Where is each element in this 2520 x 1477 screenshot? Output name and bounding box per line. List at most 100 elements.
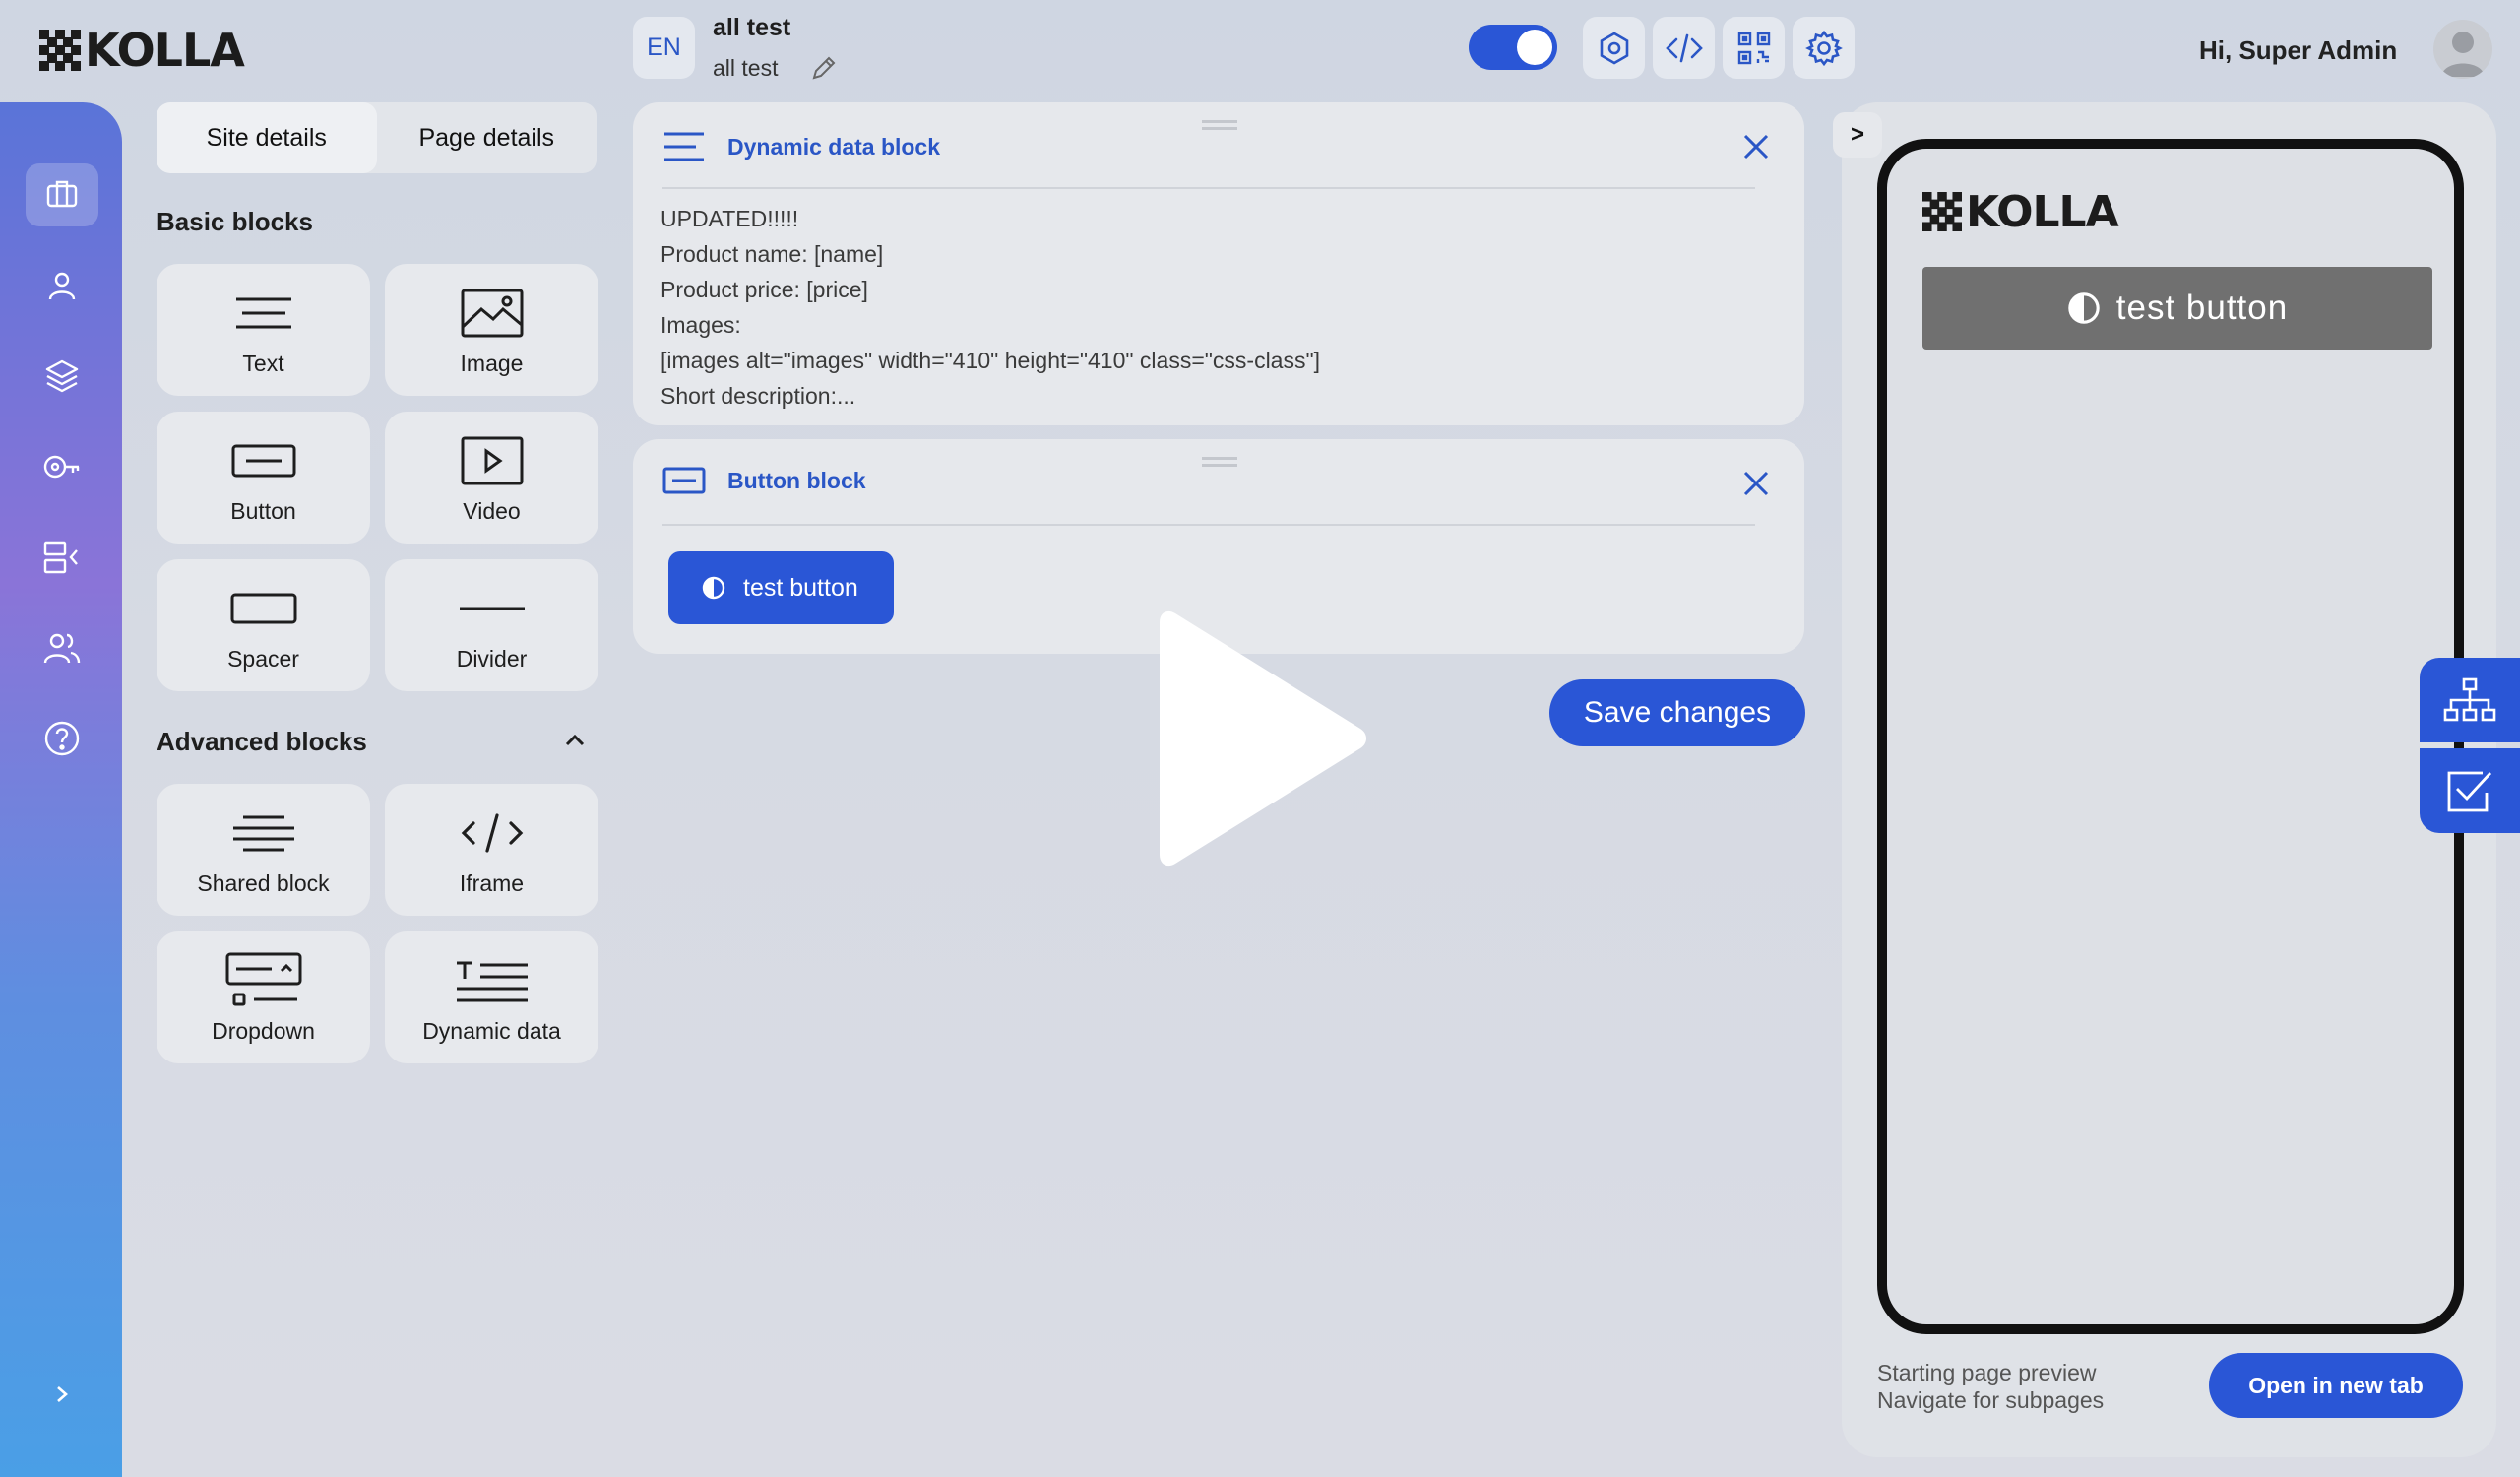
block-video-label: Video bbox=[463, 497, 521, 524]
open-in-new-tab-button[interactable]: Open in new tab bbox=[2209, 1353, 2463, 1418]
tab-site-details[interactable]: Site details bbox=[157, 102, 377, 173]
help-icon bbox=[44, 721, 80, 756]
users-icon bbox=[43, 633, 81, 664]
dropdown-icon bbox=[225, 952, 301, 1005]
dynamic-data-card-title: Dynamic data block bbox=[727, 133, 941, 160]
block-divider-label: Divider bbox=[456, 645, 528, 672]
block-shared[interactable]: Shared block bbox=[157, 784, 370, 916]
layers-icon bbox=[45, 359, 79, 393]
close-icon[interactable] bbox=[1741, 132, 1771, 161]
dynamic-text-icon bbox=[456, 961, 528, 1001]
block-dropdown[interactable]: Dropdown bbox=[157, 931, 370, 1063]
code-button[interactable] bbox=[1653, 17, 1715, 79]
nav-keys[interactable] bbox=[26, 435, 98, 498]
dynamic-line: [images alt="images" width="410" height=… bbox=[661, 348, 1321, 373]
button-block-preview[interactable]: test button bbox=[668, 551, 894, 624]
sidebar-expand-button[interactable] bbox=[26, 1363, 98, 1426]
user-silhouette-icon bbox=[2441, 32, 2485, 77]
text-lines-icon bbox=[235, 297, 291, 328]
nav-layers[interactable] bbox=[26, 345, 98, 408]
button-block-preview-label: test button bbox=[743, 573, 858, 602]
dynamic-line: UPDATED!!!!! bbox=[661, 206, 799, 231]
nav-help[interactable] bbox=[26, 707, 98, 770]
block-button-label: Button bbox=[230, 497, 296, 524]
block-dropdown-label: Dropdown bbox=[212, 1017, 315, 1044]
video-icon bbox=[461, 436, 523, 484]
spacer-icon bbox=[230, 593, 296, 623]
side-navigation bbox=[0, 102, 122, 1477]
code-icon bbox=[1665, 33, 1703, 62]
hexagon-settings-icon bbox=[1600, 31, 1628, 65]
avatar[interactable] bbox=[2433, 20, 2492, 79]
block-iframe[interactable]: Iframe bbox=[385, 784, 598, 916]
nav-users[interactable] bbox=[26, 616, 98, 679]
checklist-button[interactable] bbox=[2420, 748, 2520, 833]
text-lines-icon bbox=[664, 132, 704, 161]
block-spacer[interactable]: Spacer bbox=[157, 559, 370, 691]
drag-handle-icon[interactable] bbox=[1202, 120, 1237, 130]
dynamic-data-content: UPDATED!!!!! Product name: [name] Produc… bbox=[661, 201, 1320, 414]
preview-test-button-label: test button bbox=[2115, 289, 2289, 327]
close-icon[interactable] bbox=[1741, 469, 1771, 498]
kolla-logo[interactable]: KOLLA bbox=[39, 24, 245, 77]
contrast-icon bbox=[2068, 292, 2100, 324]
block-video[interactable]: Video bbox=[385, 412, 598, 544]
details-tabs: Site details Page details bbox=[157, 102, 597, 173]
tab-page-details[interactable]: Page details bbox=[377, 102, 598, 173]
preview-note-line: Starting page preview bbox=[1877, 1360, 2097, 1385]
dynamic-line: Product price: [price] bbox=[661, 277, 868, 302]
drag-handle-icon[interactable] bbox=[1202, 457, 1237, 467]
block-spacer-label: Spacer bbox=[227, 645, 299, 672]
card-divider bbox=[662, 524, 1755, 526]
advanced-blocks-heading: Advanced blocks bbox=[157, 727, 367, 756]
shared-block-icon bbox=[232, 815, 294, 851]
settings-button[interactable] bbox=[1793, 17, 1855, 79]
nav-content[interactable] bbox=[26, 526, 98, 589]
kolla-logo-text: KOLLA bbox=[85, 24, 245, 77]
block-button[interactable]: Button bbox=[157, 412, 370, 544]
preview-settings-button[interactable] bbox=[1583, 17, 1645, 79]
sitemap-icon bbox=[2443, 677, 2496, 722]
language-button[interactable]: EN bbox=[633, 17, 695, 79]
card-divider bbox=[662, 187, 1755, 189]
button-icon bbox=[662, 467, 706, 494]
button-block-card-title: Button block bbox=[727, 467, 866, 493]
preview-test-button[interactable]: test button bbox=[1922, 267, 2432, 350]
block-image[interactable]: Image bbox=[385, 264, 598, 396]
publish-toggle[interactable] bbox=[1469, 25, 1557, 70]
contrast-icon bbox=[702, 576, 725, 600]
content-list-icon bbox=[43, 541, 78, 574]
divider-icon bbox=[459, 607, 525, 610]
preview-note: Starting page preview Navigate for subpa… bbox=[1877, 1359, 2104, 1414]
nav-profile[interactable] bbox=[26, 254, 98, 317]
phone-preview-frame[interactable]: KOLLA test button bbox=[1877, 139, 2464, 1334]
code-tag-icon bbox=[461, 812, 523, 853]
page-subtitle: all test bbox=[713, 55, 779, 81]
block-text-label: Text bbox=[242, 350, 284, 376]
dynamic-data-card[interactable]: Dynamic data block UPDATED!!!!! Product … bbox=[633, 102, 1804, 425]
qr-code-icon bbox=[1737, 32, 1770, 64]
save-changes-button[interactable]: Save changes bbox=[1549, 679, 1805, 746]
block-dynamic-data-label: Dynamic data bbox=[422, 1017, 561, 1044]
dynamic-line: Product name: [name] bbox=[661, 241, 884, 267]
gear-icon bbox=[1804, 30, 1843, 66]
block-text[interactable]: Text bbox=[157, 264, 370, 396]
dynamic-line: Images: bbox=[661, 312, 741, 338]
qr-code-button[interactable] bbox=[1723, 17, 1785, 79]
image-icon bbox=[461, 289, 523, 337]
block-dynamic-data[interactable]: Dynamic data bbox=[385, 931, 598, 1063]
page-title: all test bbox=[713, 14, 791, 41]
pencil-icon[interactable] bbox=[809, 53, 839, 83]
sitemap-button[interactable] bbox=[2420, 658, 2520, 742]
preview-note-line: Navigate for subpages bbox=[1877, 1387, 2105, 1413]
expand-preview-button[interactable]: > bbox=[1833, 112, 1882, 158]
block-divider[interactable]: Divider bbox=[385, 559, 598, 691]
basic-blocks-heading: Basic blocks bbox=[157, 207, 313, 236]
block-image-label: Image bbox=[460, 350, 524, 376]
play-icon[interactable] bbox=[1142, 609, 1378, 868]
briefcase-icon bbox=[46, 180, 78, 208]
chevron-right-icon bbox=[57, 1386, 68, 1402]
chevron-up-icon[interactable] bbox=[561, 727, 589, 754]
block-shared-label: Shared block bbox=[197, 869, 330, 896]
nav-sites[interactable] bbox=[26, 163, 98, 226]
